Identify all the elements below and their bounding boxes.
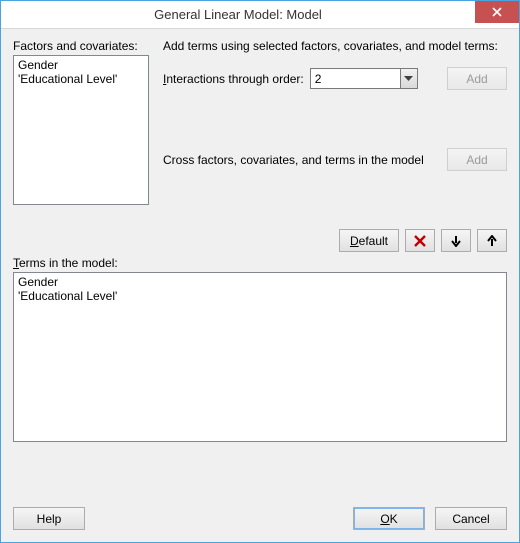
move-up-button[interactable] <box>477 229 507 252</box>
add-interaction-button[interactable]: Add <box>447 67 507 90</box>
delete-x-icon <box>414 235 426 247</box>
interaction-order-combo[interactable]: 2 <box>310 68 418 89</box>
close-button[interactable] <box>475 1 519 23</box>
titlebar: General Linear Model: Model <box>1 1 519 29</box>
window-title: General Linear Model: Model <box>1 7 475 22</box>
cross-row: Cross factors, covariates, and terms in … <box>163 148 507 171</box>
add-terms-column: Add terms using selected factors, covari… <box>163 39 507 205</box>
close-icon <box>492 7 502 17</box>
factors-listbox[interactable]: Gender 'Educational Level' <box>13 55 149 205</box>
terms-toolbar: Default <box>13 229 507 252</box>
dialog-body: Factors and covariates: Gender 'Educatio… <box>1 29 519 542</box>
delete-term-button[interactable] <box>405 229 435 252</box>
bottom-button-row: Help OK Cancel <box>13 507 507 530</box>
cross-terms-label: Cross factors, covariates, and terms in … <box>163 153 441 167</box>
terms-listbox[interactable]: Gender 'Educational Level' <box>13 272 507 442</box>
default-button[interactable]: Default <box>339 229 399 252</box>
help-button[interactable]: Help <box>13 507 85 530</box>
cancel-button[interactable]: Cancel <box>435 507 507 530</box>
arrow-up-icon <box>486 235 498 247</box>
factors-label: Factors and covariates: <box>13 39 149 53</box>
chevron-down-icon <box>404 76 413 82</box>
arrow-down-icon <box>450 235 462 247</box>
add-cross-button[interactable]: Add <box>447 148 507 171</box>
list-item[interactable]: Gender <box>18 275 502 289</box>
interaction-order-value: 2 <box>311 72 400 86</box>
terms-label: Terms in the model: <box>13 256 507 270</box>
top-row: Factors and covariates: Gender 'Educatio… <box>13 39 507 205</box>
dialog-window: General Linear Model: Model Factors and … <box>0 0 520 543</box>
factors-column: Factors and covariates: Gender 'Educatio… <box>13 39 149 205</box>
move-down-button[interactable] <box>441 229 471 252</box>
list-item[interactable]: Gender <box>18 58 144 72</box>
list-item[interactable]: 'Educational Level' <box>18 72 144 86</box>
add-terms-instruction: Add terms using selected factors, covari… <box>163 39 507 53</box>
list-item[interactable]: 'Educational Level' <box>18 289 502 303</box>
combo-dropdown-button[interactable] <box>400 69 417 88</box>
interactions-row: Interactions through order: 2 Add <box>163 67 507 90</box>
ok-button[interactable]: OK <box>353 507 425 530</box>
interactions-label: Interactions through order: <box>163 72 304 86</box>
